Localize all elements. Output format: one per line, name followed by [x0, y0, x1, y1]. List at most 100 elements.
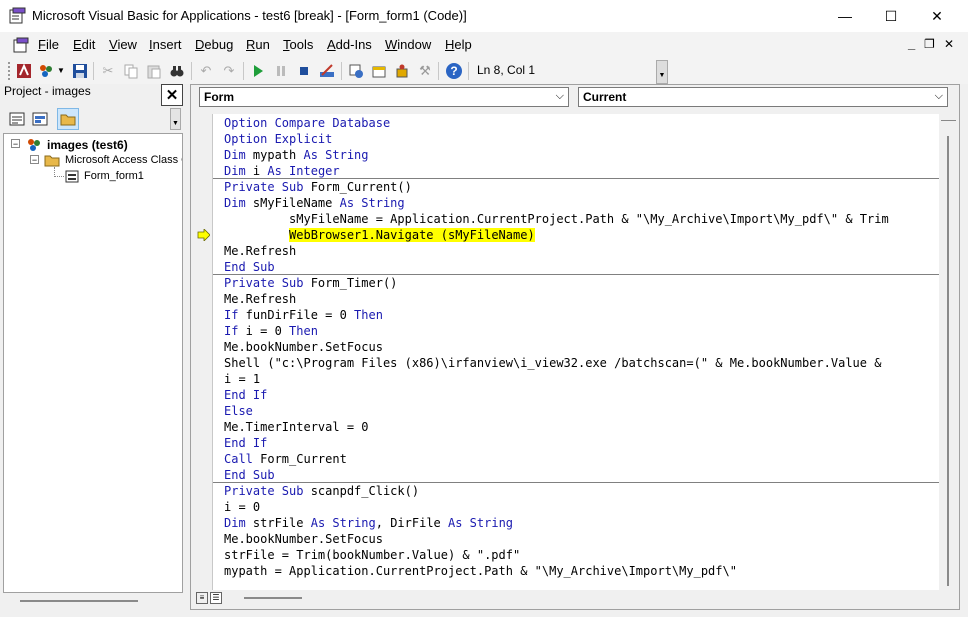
- code-text: Me.TimerInterval = 0: [224, 420, 369, 434]
- code-line[interactable]: Option Compare Database: [224, 115, 390, 131]
- code-editor[interactable]: Option Compare Database Option Explicit Di…: [213, 114, 939, 590]
- code-line[interactable]: Me.Refresh: [224, 291, 296, 307]
- code-text: Me.bookNumber.SetFocus: [224, 340, 383, 354]
- code-line[interactable]: mypath = Application.CurrentProject.Path…: [224, 563, 737, 579]
- menu-debug[interactable]: Debug: [195, 37, 233, 52]
- toolbar-grip[interactable]: [8, 62, 13, 80]
- menu-edit[interactable]: Edit: [73, 37, 95, 52]
- close-button[interactable]: ✕: [914, 0, 960, 32]
- code-keyword: Dim: [224, 164, 246, 178]
- code-line[interactable]: End Sub: [224, 259, 275, 275]
- procedure-combo[interactable]: Current ⌵: [578, 87, 948, 107]
- undo-button[interactable]: ↶: [196, 61, 216, 81]
- help-button[interactable]: ?: [444, 61, 464, 81]
- project-explorer-button[interactable]: [346, 61, 366, 81]
- cut-button[interactable]: ✂: [98, 61, 118, 81]
- tree-project-root[interactable]: images (test6): [47, 138, 128, 152]
- vertical-scroll-thumb[interactable]: [947, 136, 949, 586]
- horizontal-scroll-thumb[interactable]: [244, 597, 302, 599]
- code-line[interactable]: End Sub: [224, 467, 275, 483]
- view-access-button[interactable]: [14, 61, 34, 81]
- code-line[interactable]: If funDirFile = 0 Then: [224, 307, 383, 323]
- paste-button[interactable]: [144, 61, 164, 81]
- code-line[interactable]: Me.TimerInterval = 0: [224, 419, 369, 435]
- code-line[interactable]: Dim strFile As String, DirFile As String: [224, 515, 513, 531]
- menu-tools[interactable]: Tools: [283, 37, 313, 52]
- menu-window[interactable]: Window: [385, 37, 431, 52]
- code-keyword: End If: [224, 436, 268, 450]
- collapse-root-icon[interactable]: −: [11, 139, 20, 149]
- code-line[interactable]: Private Sub Form_Current(): [224, 179, 412, 195]
- code-line[interactable]: i = 1: [224, 371, 260, 387]
- project-tree: − images (test6) − Microsoft Access Clas…: [3, 133, 183, 593]
- toggle-folders-button[interactable]: [57, 108, 79, 130]
- redo-button[interactable]: ↷: [219, 61, 239, 81]
- code-line[interactable]: Else: [224, 403, 253, 419]
- code-line[interactable]: sMyFileName = Application.CurrentProject…: [224, 211, 889, 227]
- code-line[interactable]: Private Sub scanpdf_Click(): [224, 483, 419, 499]
- menu-view[interactable]: View: [109, 37, 137, 52]
- code-line[interactable]: Me.bookNumber.SetFocus: [224, 339, 383, 355]
- menu-run[interactable]: Run: [246, 37, 270, 52]
- code-line[interactable]: If i = 0 Then: [224, 323, 318, 339]
- full-module-view-button[interactable]: ☰: [210, 592, 222, 604]
- properties-button[interactable]: [369, 61, 389, 81]
- copy-button[interactable]: [121, 61, 141, 81]
- dropdown-arrow-icon[interactable]: ▼: [57, 66, 65, 75]
- code-line[interactable]: End If: [224, 435, 267, 451]
- vertical-scrollbar[interactable]: [940, 114, 957, 590]
- mdi-minimize-button[interactable]: _: [908, 36, 915, 51]
- tree-item-form-form1[interactable]: Form_form1: [84, 170, 144, 182]
- run-button[interactable]: [248, 61, 268, 81]
- object-combo[interactable]: Form ⌵: [199, 87, 569, 107]
- code-line[interactable]: strFile = Trim(bookNumber.Value) & ".pdf…: [224, 547, 520, 563]
- menu-add-ins[interactable]: Add-Ins: [327, 37, 372, 52]
- insert-module-button[interactable]: [36, 61, 56, 81]
- code-line[interactable]: Me.Refresh: [224, 243, 296, 259]
- mdi-restore-button[interactable]: ❐: [924, 37, 935, 51]
- menu-insert[interactable]: Insert: [149, 37, 182, 52]
- code-line[interactable]: i = 0: [224, 499, 260, 515]
- reset-button[interactable]: [294, 61, 314, 81]
- vba-menu-icon[interactable]: [12, 36, 30, 54]
- code-text: Form_Current: [252, 452, 347, 466]
- project-pane-close-button[interactable]: ✕: [161, 84, 183, 106]
- code-keyword: Private Sub: [224, 484, 304, 498]
- project-hscroll-thumb[interactable]: [20, 600, 138, 602]
- procedure-separator: [213, 274, 939, 275]
- project-toolbar-options[interactable]: ▼: [170, 108, 181, 130]
- toolbar-separator: [341, 62, 342, 80]
- execution-point-arrow-icon[interactable]: [197, 229, 210, 241]
- code-line[interactable]: WebBrowser1.Navigate (sMyFileName): [224, 227, 535, 243]
- margin-indicator-bar[interactable]: [194, 114, 213, 590]
- code-line[interactable]: Me.bookNumber.SetFocus: [224, 531, 383, 547]
- code-line[interactable]: Private Sub Form_Timer(): [224, 275, 397, 291]
- collapse-folder-icon[interactable]: −: [30, 155, 39, 165]
- toolbar-options-button[interactable]: ▼: [656, 60, 668, 84]
- view-object-button[interactable]: [31, 110, 49, 128]
- break-button[interactable]: [271, 61, 291, 81]
- find-button[interactable]: [167, 61, 187, 81]
- object-browser-button[interactable]: [392, 61, 412, 81]
- code-line[interactable]: Shell ("c:\Program Files (x86)\irfanview…: [224, 355, 881, 371]
- maximize-button[interactable]: ☐: [868, 0, 914, 32]
- code-line[interactable]: Dim mypath As String: [224, 147, 369, 163]
- mdi-close-button[interactable]: ✕: [944, 37, 954, 51]
- view-code-button[interactable]: [8, 110, 26, 128]
- menu-file[interactable]: File: [38, 37, 59, 52]
- design-mode-button[interactable]: [317, 61, 337, 81]
- code-line[interactable]: Dim sMyFileName As String: [224, 195, 405, 211]
- scroll-split-bar[interactable]: [941, 115, 956, 121]
- toolbox-button[interactable]: ⚒: [415, 61, 435, 81]
- code-line[interactable]: End If: [224, 387, 267, 403]
- menu-help[interactable]: Help: [445, 37, 472, 52]
- code-line[interactable]: Call Form_Current: [224, 451, 347, 467]
- save-button[interactable]: [70, 61, 90, 81]
- tree-class-objects-folder[interactable]: Microsoft Access Class O: [65, 154, 182, 166]
- code-line[interactable]: Option Explicit: [224, 131, 332, 147]
- code-line[interactable]: Dim i As Integer: [224, 163, 340, 179]
- minimize-button[interactable]: —: [822, 0, 868, 32]
- code-keyword: As String: [310, 516, 376, 530]
- code-text: strFile = Trim(bookNumber.Value) & ".pdf…: [224, 548, 521, 562]
- procedure-view-button[interactable]: ≡: [196, 592, 208, 604]
